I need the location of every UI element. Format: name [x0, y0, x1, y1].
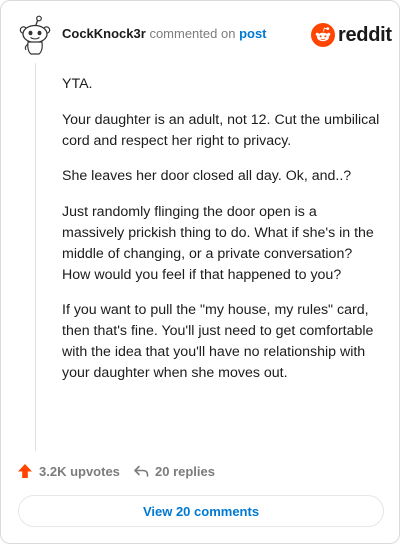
reddit-brand[interactable]: reddit — [311, 21, 392, 49]
comment-body: YTA. Your daughter is an adult, not 12. … — [62, 74, 382, 399]
thread-line[interactable] — [35, 63, 36, 451]
comment-paragraph: If you want to pull the "my house, my ru… — [62, 302, 374, 381]
upvote-button[interactable]: 3.2K upvotes — [17, 460, 120, 482]
snoo-avatar-icon[interactable] — [17, 15, 53, 55]
username-link[interactable]: CockKnock3r — [62, 26, 146, 41]
upvote-count: 3.2K upvotes — [39, 463, 120, 479]
comment-paragraph: Your daughter is an adult, not 12. Cut t… — [62, 111, 380, 149]
comment-paragraph: She leaves her door closed all day. Ok, … — [62, 168, 352, 185]
replies-button[interactable]: 20 replies — [133, 460, 215, 482]
comment-paragraph: Just randomly flinging the door open is … — [62, 204, 374, 283]
reddit-logo-icon — [311, 23, 335, 47]
commented-on-text: commented on — [149, 26, 236, 41]
comment-paragraph: YTA. — [62, 76, 93, 92]
comment-card: CockKnock3r commented on post reddit YTA… — [0, 0, 400, 544]
post-link[interactable]: post — [239, 26, 266, 41]
comment-byline: CockKnock3r commented on post — [62, 26, 267, 42]
replies-count: 20 replies — [155, 463, 215, 479]
reddit-wordmark: reddit — [338, 24, 392, 46]
reply-arrow-icon — [133, 463, 149, 479]
comment-actions: 3.2K upvotes 20 replies — [17, 460, 385, 482]
upvote-arrow-icon — [17, 463, 33, 479]
comment-header: CockKnock3r commented on post reddit — [17, 15, 392, 55]
view-comments-button[interactable]: View 20 comments — [18, 495, 384, 527]
